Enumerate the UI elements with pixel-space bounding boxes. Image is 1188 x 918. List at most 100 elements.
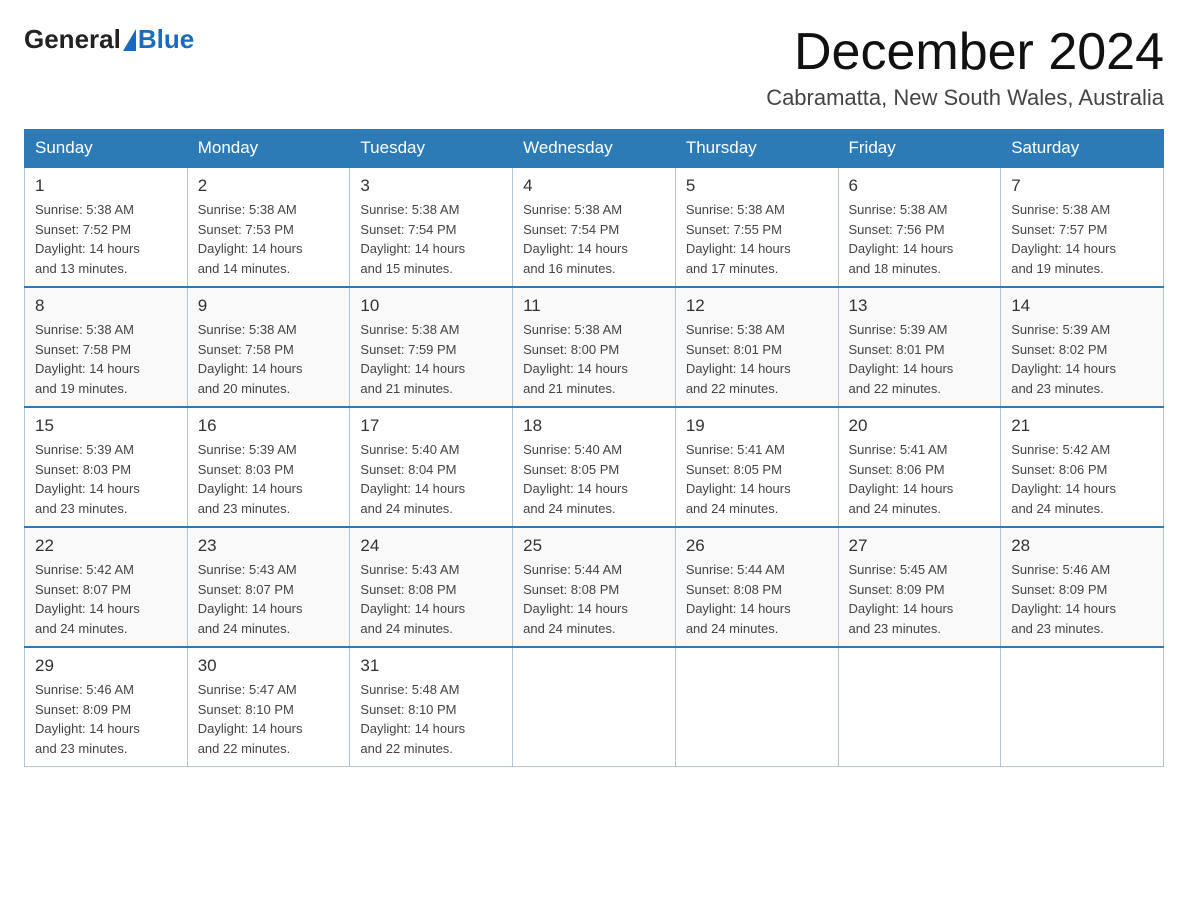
day-number: 3 (360, 176, 502, 196)
table-row: 15 Sunrise: 5:39 AMSunset: 8:03 PMDayligh… (25, 407, 188, 527)
table-row: 28 Sunrise: 5:46 AMSunset: 8:09 PMDayligh… (1001, 527, 1164, 647)
table-row (675, 647, 838, 767)
table-row: 7 Sunrise: 5:38 AMSunset: 7:57 PMDaylight… (1001, 167, 1164, 287)
calendar-table: Sunday Monday Tuesday Wednesday Thursday… (24, 129, 1164, 767)
col-saturday: Saturday (1001, 130, 1164, 168)
day-info: Sunrise: 5:44 AMSunset: 8:08 PMDaylight:… (523, 560, 665, 638)
day-info: Sunrise: 5:47 AMSunset: 8:10 PMDaylight:… (198, 680, 340, 758)
calendar-week-row: 1 Sunrise: 5:38 AMSunset: 7:52 PMDaylight… (25, 167, 1164, 287)
table-row: 21Sunrise: 5:42 AMSunset: 8:06 PMDayligh… (1001, 407, 1164, 527)
day-info: Sunrise: 5:44 AMSunset: 8:08 PMDaylight:… (686, 560, 828, 638)
table-row: 17Sunrise: 5:40 AMSunset: 8:04 PMDayligh… (350, 407, 513, 527)
day-number: 13 (849, 296, 991, 316)
day-info: Sunrise: 5:38 AMSunset: 7:57 PMDaylight:… (1011, 200, 1153, 278)
calendar-subtitle: Cabramatta, New South Wales, Australia (766, 85, 1164, 111)
day-number: 28 (1011, 536, 1153, 556)
calendar-title: December 2024 (766, 24, 1164, 81)
table-row: 23Sunrise: 5:43 AMSunset: 8:07 PMDayligh… (187, 527, 350, 647)
day-info: Sunrise: 5:38 AMSunset: 7:58 PMDaylight:… (198, 320, 340, 398)
day-number: 30 (198, 656, 340, 676)
calendar-week-row: 29Sunrise: 5:46 AMSunset: 8:09 PMDayligh… (25, 647, 1164, 767)
col-sunday: Sunday (25, 130, 188, 168)
table-row: 22 Sunrise: 5:42 AMSunset: 8:07 PMDayligh… (25, 527, 188, 647)
day-info: Sunrise: 5:39 AMSunset: 8:02 PMDaylight:… (1011, 320, 1153, 398)
header-row: Sunday Monday Tuesday Wednesday Thursday… (25, 130, 1164, 168)
day-number: 24 (360, 536, 502, 556)
day-info: Sunrise: 5:38 AMSunset: 7:55 PMDaylight:… (686, 200, 828, 278)
day-number: 1 (35, 176, 177, 196)
table-row: 26 Sunrise: 5:44 AMSunset: 8:08 PMDayligh… (675, 527, 838, 647)
day-info: Sunrise: 5:38 AMSunset: 7:56 PMDaylight:… (849, 200, 991, 278)
table-row: 24 Sunrise: 5:43 AMSunset: 8:08 PMDayligh… (350, 527, 513, 647)
day-info: Sunrise: 5:46 AMSunset: 8:09 PMDaylight:… (35, 680, 177, 758)
day-info: Sunrise: 5:39 AMSunset: 8:01 PMDaylight:… (849, 320, 991, 398)
day-number: 25 (523, 536, 665, 556)
day-number: 12 (686, 296, 828, 316)
day-info: Sunrise: 5:41 AMSunset: 8:05 PMDaylight:… (686, 440, 828, 518)
table-row: 27 Sunrise: 5:45 AMSunset: 8:09 PMDayligh… (838, 527, 1001, 647)
table-row: 2Sunrise: 5:38 AMSunset: 7:53 PMDaylight… (187, 167, 350, 287)
table-row (838, 647, 1001, 767)
day-number: 5 (686, 176, 828, 196)
day-info: Sunrise: 5:38 AMSunset: 7:54 PMDaylight:… (360, 200, 502, 278)
day-info: Sunrise: 5:42 AMSunset: 8:07 PMDaylight:… (35, 560, 177, 638)
day-number: 16 (198, 416, 340, 436)
day-info: Sunrise: 5:38 AMSunset: 7:54 PMDaylight:… (523, 200, 665, 278)
table-row: 18 Sunrise: 5:40 AMSunset: 8:05 PMDayligh… (513, 407, 676, 527)
table-row: 12 Sunrise: 5:38 AMSunset: 8:01 PMDayligh… (675, 287, 838, 407)
day-info: Sunrise: 5:42 AMSunset: 8:06 PMDaylight:… (1011, 440, 1153, 518)
day-info: Sunrise: 5:38 AMSunset: 7:53 PMDaylight:… (198, 200, 340, 278)
table-row: 25 Sunrise: 5:44 AMSunset: 8:08 PMDayligh… (513, 527, 676, 647)
table-row: 11Sunrise: 5:38 AMSunset: 8:00 PMDayligh… (513, 287, 676, 407)
table-row: 30 Sunrise: 5:47 AMSunset: 8:10 PMDayligh… (187, 647, 350, 767)
table-row: 6 Sunrise: 5:38 AMSunset: 7:56 PMDaylight… (838, 167, 1001, 287)
table-row: 5 Sunrise: 5:38 AMSunset: 7:55 PMDaylight… (675, 167, 838, 287)
day-number: 18 (523, 416, 665, 436)
table-row: 9Sunrise: 5:38 AMSunset: 7:58 PMDaylight… (187, 287, 350, 407)
day-info: Sunrise: 5:40 AMSunset: 8:04 PMDaylight:… (360, 440, 502, 518)
header: General Blue December 2024 Cabramatta, N… (24, 24, 1164, 111)
day-number: 7 (1011, 176, 1153, 196)
table-row: 3 Sunrise: 5:38 AMSunset: 7:54 PMDaylight… (350, 167, 513, 287)
logo-triangle-icon (123, 29, 136, 51)
day-info: Sunrise: 5:43 AMSunset: 8:08 PMDaylight:… (360, 560, 502, 638)
logo: General Blue (24, 24, 194, 55)
day-info: Sunrise: 5:38 AMSunset: 7:59 PMDaylight:… (360, 320, 502, 398)
day-info: Sunrise: 5:38 AMSunset: 7:52 PMDaylight:… (35, 200, 177, 278)
day-info: Sunrise: 5:38 AMSunset: 8:01 PMDaylight:… (686, 320, 828, 398)
day-number: 6 (849, 176, 991, 196)
table-row: 10 Sunrise: 5:38 AMSunset: 7:59 PMDayligh… (350, 287, 513, 407)
day-info: Sunrise: 5:38 AMSunset: 8:00 PMDaylight:… (523, 320, 665, 398)
day-number: 14 (1011, 296, 1153, 316)
day-info: Sunrise: 5:39 AMSunset: 8:03 PMDaylight:… (35, 440, 177, 518)
calendar-week-row: 15 Sunrise: 5:39 AMSunset: 8:03 PMDayligh… (25, 407, 1164, 527)
table-row: 16Sunrise: 5:39 AMSunset: 8:03 PMDayligh… (187, 407, 350, 527)
table-row: 1 Sunrise: 5:38 AMSunset: 7:52 PMDaylight… (25, 167, 188, 287)
day-info: Sunrise: 5:46 AMSunset: 8:09 PMDaylight:… (1011, 560, 1153, 638)
calendar-week-row: 22 Sunrise: 5:42 AMSunset: 8:07 PMDayligh… (25, 527, 1164, 647)
day-number: 15 (35, 416, 177, 436)
day-number: 23 (198, 536, 340, 556)
day-info: Sunrise: 5:38 AMSunset: 7:58 PMDaylight:… (35, 320, 177, 398)
day-info: Sunrise: 5:45 AMSunset: 8:09 PMDaylight:… (849, 560, 991, 638)
table-row (513, 647, 676, 767)
logo-general-text: General (24, 24, 121, 55)
day-number: 4 (523, 176, 665, 196)
day-number: 10 (360, 296, 502, 316)
col-friday: Friday (838, 130, 1001, 168)
table-row: 31Sunrise: 5:48 AMSunset: 8:10 PMDayligh… (350, 647, 513, 767)
table-row: 20Sunrise: 5:41 AMSunset: 8:06 PMDayligh… (838, 407, 1001, 527)
day-number: 26 (686, 536, 828, 556)
title-area: December 2024 Cabramatta, New South Wale… (766, 24, 1164, 111)
day-number: 8 (35, 296, 177, 316)
day-number: 19 (686, 416, 828, 436)
day-number: 22 (35, 536, 177, 556)
day-number: 27 (849, 536, 991, 556)
table-row: 8 Sunrise: 5:38 AMSunset: 7:58 PMDaylight… (25, 287, 188, 407)
col-thursday: Thursday (675, 130, 838, 168)
table-row: 4 Sunrise: 5:38 AMSunset: 7:54 PMDaylight… (513, 167, 676, 287)
table-row: 19 Sunrise: 5:41 AMSunset: 8:05 PMDayligh… (675, 407, 838, 527)
day-info: Sunrise: 5:48 AMSunset: 8:10 PMDaylight:… (360, 680, 502, 758)
day-info: Sunrise: 5:40 AMSunset: 8:05 PMDaylight:… (523, 440, 665, 518)
col-wednesday: Wednesday (513, 130, 676, 168)
